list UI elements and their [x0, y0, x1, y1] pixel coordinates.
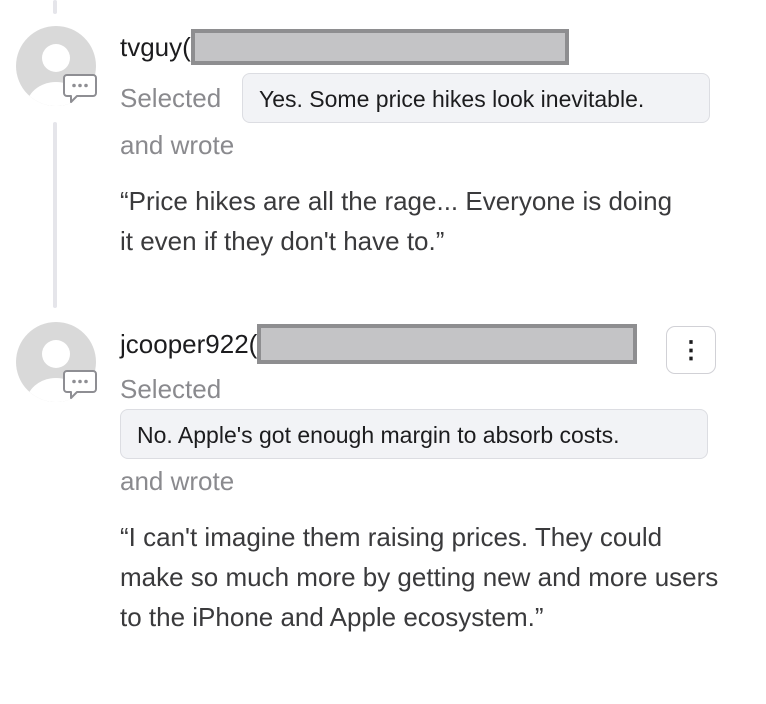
thread-line-top: [53, 0, 57, 14]
username[interactable]: tvguy(: [120, 32, 191, 63]
comment-text: “I can't imagine them raising prices. Th…: [120, 522, 719, 632]
speech-bubble-icon: [62, 368, 98, 400]
username-row: jcooper922(: [120, 324, 638, 364]
username-row: tvguy(: [120, 29, 569, 65]
username[interactable]: jcooper922(: [120, 329, 257, 360]
more-options-icon: ⋮: [679, 336, 703, 364]
more-options-button[interactable]: ⋮: [666, 326, 716, 374]
poll-choice[interactable]: Yes. Some price hikes look inevitable.: [242, 73, 710, 123]
speech-bubble-icon: [62, 72, 98, 104]
poll-choice[interactable]: No. Apple's got enough margin to absorb …: [120, 409, 708, 459]
selected-label: Selected: [120, 83, 222, 113]
comment-text: “Price hikes are all the rage... Everyon…: [120, 186, 673, 256]
wrote-label: and wrote: [120, 466, 235, 496]
redaction-box: [190, 29, 569, 65]
redaction-box: [257, 324, 638, 364]
selected-label: Selected: [120, 374, 222, 404]
wrote-label: and wrote: [120, 130, 235, 160]
thread-line: [53, 122, 57, 308]
